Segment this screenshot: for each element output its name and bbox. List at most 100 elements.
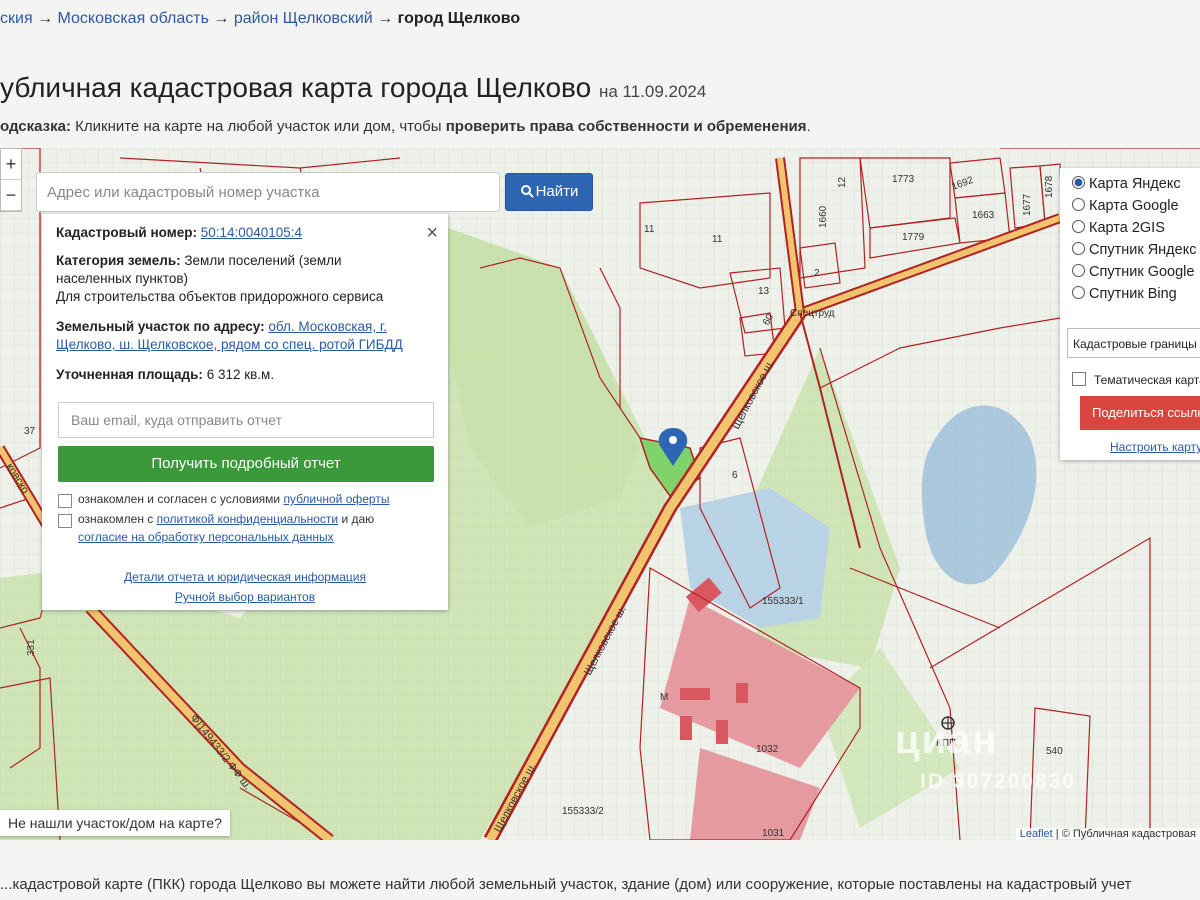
offer-consent-label: ознакомлен и согласен с условиями	[78, 492, 284, 506]
watermark-id: ID 307200830	[920, 770, 1076, 793]
building	[736, 683, 748, 703]
area-label: Уточненная площадь:	[56, 367, 203, 382]
land-category-label: Категория земель:	[56, 253, 181, 268]
cadastral-number-link[interactable]: 50:14:0040105:4	[201, 225, 302, 240]
personal-data-link[interactable]: согласие на обработку персональных данны…	[78, 530, 334, 544]
manual-select-link[interactable]: Ручной выбор вариантов	[42, 590, 448, 604]
cadastral-number-label: Кадастровый номер:	[56, 225, 197, 240]
parcel-label: 11	[644, 224, 655, 235]
building	[716, 720, 728, 744]
watermark-brand: циан	[895, 718, 999, 762]
parcel-label: 1031	[762, 828, 785, 839]
land-category-row: Категория земель: Земли поселений (земли…	[56, 252, 434, 306]
checkbox-icon	[1072, 372, 1086, 386]
layer-option-bing-satellite[interactable]: Спутник Bing	[1072, 286, 1177, 302]
email-field[interactable]	[58, 402, 434, 438]
layer-option-label: Карта Яндекс	[1089, 176, 1181, 192]
hint-label: одсказка:	[0, 118, 71, 135]
breadcrumb-separator: →	[377, 10, 394, 27]
radio-icon	[1072, 242, 1085, 255]
parcel-label: 1678	[1044, 175, 1055, 198]
map[interactable]: 11 11 1660 12 1773 1692 1663 1677 1678 1…	[0, 148, 1200, 840]
parcel-label: 1677	[1022, 193, 1033, 216]
attribution-source: Публичная кадастровая	[1072, 828, 1196, 840]
parcel-info-panel: × Кадастровый номер: 50:14:0040105:4 Кат…	[42, 214, 448, 610]
privacy-consent-label: и даю	[338, 512, 375, 526]
breadcrumb: ския → Московская область → район Щелков…	[0, 10, 520, 28]
thematic-map-label: Тематическая карта	[1094, 373, 1200, 387]
breadcrumb-separator: →	[37, 10, 54, 27]
overlay-select[interactable]: Кадастровые границы	[1067, 328, 1200, 358]
layer-option-yandex-map[interactable]: Карта Яндекс	[1072, 176, 1181, 192]
privacy-consent-text: ознакомлен с политикой конфиденциальност…	[78, 512, 374, 526]
parcel-label: 11	[712, 234, 723, 245]
privacy-policy-link[interactable]: политикой конфиденциальности	[157, 512, 338, 526]
privacy-checkbox[interactable]	[58, 514, 72, 528]
parcel-label: 1663	[972, 210, 995, 221]
zoom-out-button[interactable]: −	[1, 180, 21, 211]
privacy-consent-label: ознакомлен с	[78, 512, 157, 526]
get-report-button[interactable]: Получить подробный отчет	[58, 446, 434, 482]
layer-option-label: Карта 2GIS	[1089, 220, 1165, 236]
land-category-value: населенных пунктов)	[56, 271, 189, 286]
area-row: Уточненная площадь: 6 312 кв.м.	[56, 366, 434, 384]
parcel-label: 37	[24, 426, 36, 437]
building	[680, 688, 710, 700]
breadcrumb-item-district[interactable]: район Щелковский	[234, 10, 373, 27]
hint-bold: проверить права собственности и обремене…	[445, 118, 807, 135]
address-link[interactable]: Щелково, ш. Щелковское, рядом со спец. р…	[56, 337, 403, 352]
hint: одсказка: Кликните на карте на любой уча…	[0, 118, 811, 135]
radio-icon	[1072, 198, 1085, 211]
offer-link[interactable]: публичной оферты	[283, 492, 389, 506]
place-label: Спецтруд	[790, 308, 835, 319]
details-link[interactable]: Детали отчета и юридическая информация	[42, 570, 448, 584]
parcel-label: 13	[758, 286, 770, 297]
layer-option-google-map[interactable]: Карта Google	[1072, 198, 1179, 214]
place-label: М	[660, 692, 668, 703]
leaflet-link[interactable]: Leaflet	[1020, 828, 1053, 840]
offer-consent-text: ознакомлен и согласен с условиями публич…	[78, 492, 389, 506]
zoom-in-button[interactable]: +	[1, 149, 21, 180]
not-found-button[interactable]: Не нашли участок/дом на карте?	[0, 810, 230, 836]
search-input[interactable]	[36, 172, 500, 212]
attribution-separator: | ©	[1052, 828, 1073, 840]
layer-option-google-satellite[interactable]: Спутник Google	[1072, 264, 1194, 280]
land-use-value: Для строительства объектов придорожного …	[56, 289, 384, 304]
thematic-map-checkbox[interactable]: Тематическая карта	[1072, 372, 1200, 387]
search-icon	[520, 185, 534, 198]
layer-option-yandex-satellite[interactable]: Спутник Яндекс	[1072, 242, 1196, 258]
page-title: убличная кадастровая карта города Щелков…	[0, 72, 706, 104]
land-category-value: Земли поселений (земли	[184, 253, 342, 268]
layer-option-label: Спутник Google	[1089, 264, 1195, 280]
page-title-date: на 11.09.2024	[598, 82, 707, 101]
map-attribution: Leaflet | © Публичная кадастровая	[1015, 828, 1200, 840]
find-button[interactable]: Найти	[505, 173, 593, 211]
breadcrumb-item-russia[interactable]: ския	[0, 10, 33, 27]
area-value: 6 312 кв.м.	[206, 367, 275, 382]
find-button-label: Найти	[535, 183, 579, 200]
layer-option-2gis-map[interactable]: Карта 2GIS	[1072, 220, 1165, 236]
radio-icon	[1072, 220, 1085, 233]
radio-icon	[1072, 264, 1085, 277]
parcel-label: 155333/2	[562, 806, 604, 817]
parcel-label: 12	[837, 176, 848, 188]
layer-option-label: Карта Google	[1089, 198, 1179, 214]
cadastral-number-row: Кадастровый номер: 50:14:0040105:4	[56, 224, 434, 242]
radio-selected-icon	[1072, 176, 1085, 189]
breadcrumb-current: город Щелково	[397, 10, 521, 27]
layer-option-label: Спутник Яндекс	[1089, 242, 1197, 258]
zoom-control: + −	[0, 148, 22, 212]
parcel-label: 331	[26, 639, 37, 656]
share-link-button[interactable]: Поделиться ссылкой	[1080, 396, 1200, 430]
parcel-label: 1779	[902, 232, 925, 243]
description-text: ...кадастровой карте (ПКК) города Щелков…	[0, 876, 1132, 893]
breadcrumb-item-region[interactable]: Московская область	[58, 10, 209, 27]
hint-text: Кликните на карте на любой участок или д…	[70, 118, 446, 135]
building	[680, 716, 692, 740]
address-link[interactable]: обл. Московская, г.	[268, 319, 387, 334]
parcel-label: 6	[732, 470, 738, 481]
watermark: циан ID 307200830	[895, 718, 1074, 793]
personal-data-consent: согласие на обработку персональных данны…	[78, 530, 334, 544]
setup-map-link[interactable]: Настроить карту	[1110, 440, 1200, 454]
offer-checkbox[interactable]	[58, 494, 72, 508]
